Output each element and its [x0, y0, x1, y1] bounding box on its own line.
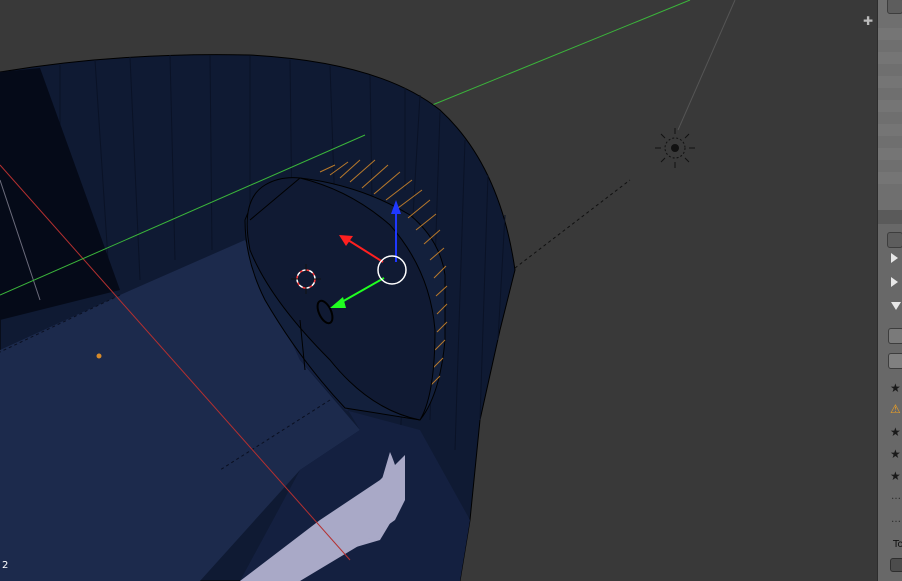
viewport-canvas[interactable] — [0, 0, 877, 581]
properties-editor-icon[interactable] — [887, 232, 902, 248]
3d-viewport[interactable]: ✚ 2 — [0, 0, 877, 581]
warning-icon[interactable]: ⚠ — [890, 402, 902, 416]
star-icon[interactable]: ★ — [890, 447, 902, 461]
panel-expand-arrow[interactable] — [891, 253, 898, 263]
star-icon[interactable]: ★ — [890, 381, 902, 395]
panel-label: To — [893, 539, 902, 550]
layers-icon[interactable] — [888, 353, 902, 369]
outliner-icon[interactable] — [887, 0, 902, 14]
panel-expand-arrow[interactable] — [891, 277, 898, 287]
render-icon[interactable] — [888, 328, 902, 344]
blender-window: ✚ 2 ★ ⚠ ★ ★ ★ … … To — [0, 0, 902, 581]
area-corner-grip[interactable] — [878, 210, 902, 224]
outliner-row[interactable] — [878, 148, 902, 160]
panel-collapse-arrow[interactable] — [891, 302, 901, 310]
add-region-icon[interactable]: ✚ — [861, 14, 875, 28]
outliner-row[interactable] — [878, 76, 902, 88]
ellipsis-icon: … — [891, 491, 901, 502]
star-icon[interactable]: ★ — [890, 425, 902, 439]
ellipsis-icon: … — [891, 514, 901, 525]
outliner-area[interactable] — [878, 0, 902, 210]
object-origin-dot[interactable] — [96, 353, 102, 359]
outliner-row[interactable] — [878, 52, 902, 64]
outliner-row[interactable] — [878, 28, 902, 40]
outliner-row[interactable] — [878, 172, 902, 184]
panel-checkbox[interactable] — [890, 558, 902, 572]
star-icon[interactable]: ★ — [890, 469, 902, 483]
frame-number: 2 — [2, 560, 9, 571]
outliner-row[interactable] — [878, 100, 902, 112]
side-panel: ★ ⚠ ★ ★ ★ … … To — [877, 0, 902, 581]
outliner-row[interactable] — [878, 124, 902, 136]
lamp-icon[interactable] — [655, 128, 695, 168]
